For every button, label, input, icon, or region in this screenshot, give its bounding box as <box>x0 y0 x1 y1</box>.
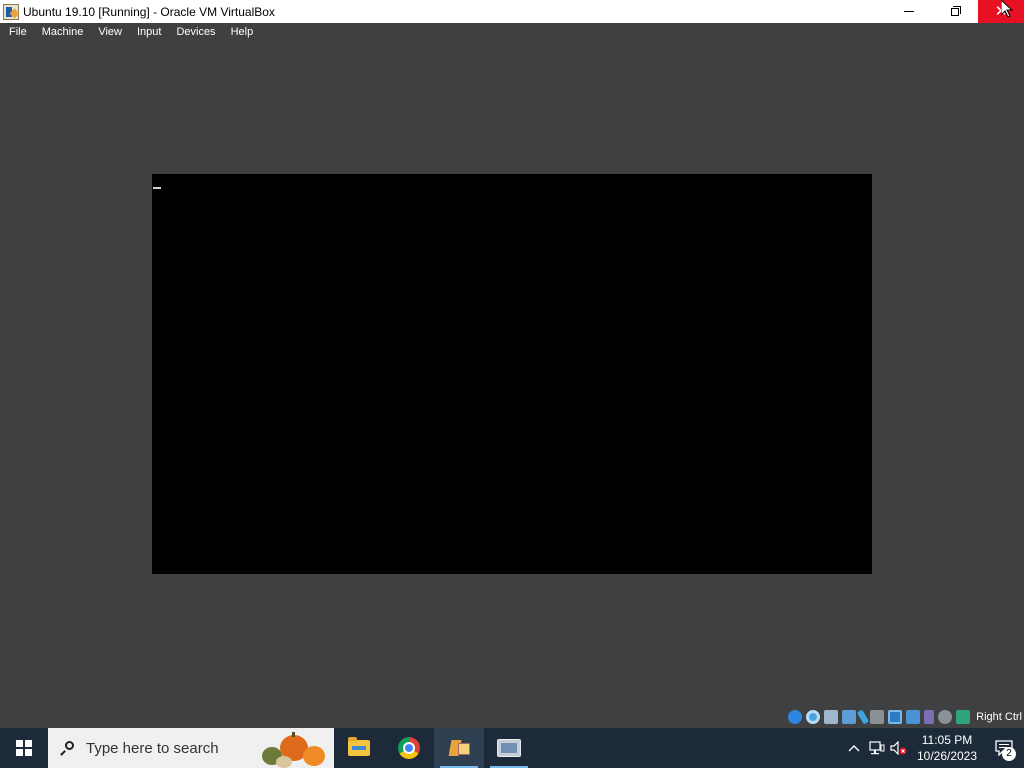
show-hidden-icons-button[interactable] <box>842 728 866 768</box>
host-key-label: Right Ctrl <box>976 711 1022 723</box>
keyboard-icon[interactable] <box>956 710 971 724</box>
volume-muted-icon <box>890 741 907 755</box>
menu-help[interactable]: Help <box>225 23 260 42</box>
window-title: Ubuntu 19.10 [Running] - Oracle VM Virtu… <box>23 4 275 19</box>
menu-view[interactable]: View <box>92 23 128 42</box>
taskbar-virtualbox[interactable] <box>434 728 484 768</box>
clock-date: 10/26/2023 <box>916 749 978 763</box>
menu-input[interactable]: Input <box>131 23 167 42</box>
taskbar: Type here to search 11:05 PM 10/26/2023 … <box>0 728 1024 768</box>
vm-status-bar: Right Ctrl <box>788 708 1024 726</box>
menu-devices[interactable]: Devices <box>170 23 221 42</box>
search-icon <box>60 741 74 755</box>
mouse-integration-icon[interactable] <box>938 710 953 724</box>
file-explorer-icon <box>348 737 370 756</box>
optical-drive-icon[interactable] <box>806 710 821 724</box>
audio-icon[interactable] <box>824 710 839 724</box>
pumpkins-decoration-icon <box>262 732 325 768</box>
taskbar-chrome[interactable] <box>384 728 434 768</box>
action-center-button[interactable]: 2 <box>984 728 1024 768</box>
minimize-button[interactable] <box>886 0 932 23</box>
virtualbox-app-icon <box>3 3 19 20</box>
clock-time: 11:05 PM <box>921 733 973 747</box>
volume-tray-button[interactable] <box>888 728 910 768</box>
video-capture-icon[interactable] <box>906 710 921 724</box>
menu-bar: File Machine View Input Devices Help <box>0 23 1024 42</box>
restore-icon <box>951 5 961 16</box>
chrome-icon <box>398 737 420 759</box>
vm-window-icon <box>497 739 521 757</box>
menu-machine[interactable]: Machine <box>36 23 90 42</box>
shared-folders-icon[interactable] <box>870 710 885 724</box>
taskbar-search-box[interactable]: Type here to search <box>48 728 334 768</box>
virtualbox-icon <box>448 737 470 759</box>
notification-count-badge: 2 <box>1002 747 1016 761</box>
cpu-icon[interactable] <box>924 710 935 724</box>
hard-disk-icon[interactable] <box>788 710 803 724</box>
ethernet-icon <box>869 741 885 755</box>
chevron-up-icon <box>848 745 860 752</box>
display-icon[interactable] <box>888 710 903 724</box>
menu-file[interactable]: File <box>3 23 33 42</box>
windows-logo-icon <box>16 740 32 756</box>
start-button[interactable] <box>0 728 48 768</box>
restore-button[interactable] <box>932 0 978 23</box>
taskbar-file-explorer[interactable] <box>334 728 384 768</box>
taskbar-vm-window[interactable] <box>484 728 534 768</box>
system-tray: 11:05 PM 10/26/2023 2 <box>842 728 1024 768</box>
search-placeholder: Type here to search <box>86 739 219 757</box>
usb-icon[interactable] <box>857 709 870 725</box>
text-cursor-icon <box>153 187 161 189</box>
title-bar[interactable]: Ubuntu 19.10 [Running] - Oracle VM Virtu… <box>0 0 1024 23</box>
minimize-icon <box>904 11 914 12</box>
network-icon[interactable] <box>842 710 857 724</box>
vm-display[interactable] <box>152 174 872 574</box>
clock[interactable]: 11:05 PM 10/26/2023 <box>910 728 984 768</box>
network-tray-button[interactable] <box>866 728 888 768</box>
